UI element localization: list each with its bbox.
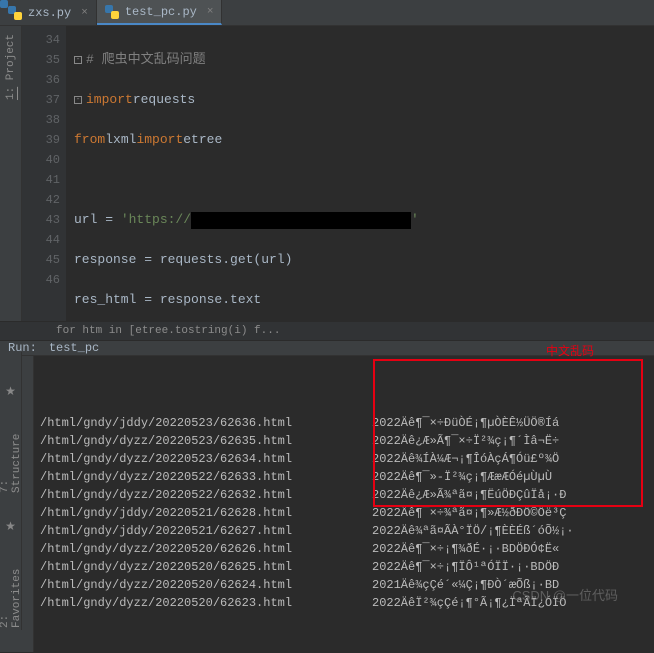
console-output[interactable]: /html/gndy/jddy/20220523/62636.html2022Ä… <box>34 356 654 652</box>
code-editor[interactable]: 34353637383940414243444546 -# 爬虫中文乱码问题 -… <box>22 26 654 321</box>
tab-zxs[interactable]: zxs.py × <box>0 0 97 25</box>
close-icon[interactable]: × <box>81 7 88 19</box>
code-area[interactable]: -# 爬虫中文乱码问题 -import requests from lxml i… <box>66 26 654 321</box>
run-config-name[interactable]: test_pc <box>49 341 99 355</box>
left-side-tools: ★ 7: Structure ★ 2: Favorites <box>0 352 22 630</box>
console-line: /html/gndy/dyzz/20220523/62634.html2022Ä… <box>40 450 648 468</box>
editor-tab-bar: zxs.py × test_pc.py × <box>0 0 654 26</box>
tab-test-pc[interactable]: test_pc.py × <box>97 0 223 25</box>
console-line: /html/gndy/dyzz/20220520/62625.html2022Ä… <box>40 558 648 576</box>
tab-label: zxs.py <box>28 6 71 20</box>
console-line: /html/gndy/jddy/20220521/62627.html2022Ä… <box>40 522 648 540</box>
line-gutter: 34353637383940414243444546 <box>22 26 66 321</box>
watermark: CSDN @一位代码 <box>512 585 618 604</box>
console-line: /html/gndy/jddy/20220521/62628.html2022Ä… <box>40 504 648 522</box>
console-line: /html/gndy/dyzz/20220523/62635.html2022Ä… <box>40 432 648 450</box>
tab-label: test_pc.py <box>125 5 197 19</box>
console-line: /html/gndy/dyzz/20220522/62632.html2022Ä… <box>40 486 648 504</box>
close-icon[interactable]: × <box>207 6 214 18</box>
console-line: /html/gndy/jddy/20220523/62636.html2022Ä… <box>40 414 648 432</box>
console-line: /html/gndy/dyzz/20220520/62626.html2022Ä… <box>40 540 648 558</box>
breadcrumb[interactable]: for htm in [etree.tostring(i) f... <box>0 321 654 341</box>
fold-icon[interactable]: - <box>74 96 82 104</box>
left-tool-strip: 1: Project <box>0 26 22 321</box>
star-icon: ★ <box>5 519 16 534</box>
favorites-toolwindow-button[interactable]: 2: Favorites <box>0 558 25 630</box>
console-line: /html/gndy/dyzz/20220522/62633.html2022Ä… <box>40 468 648 486</box>
python-icon <box>105 5 119 19</box>
star-icon: ★ <box>5 384 16 399</box>
fold-icon[interactable]: - <box>74 56 82 64</box>
project-toolwindow-button[interactable]: 1: Project <box>3 32 19 102</box>
annotation-label: 中文乱码 <box>546 342 594 359</box>
structure-toolwindow-button[interactable]: 7: Structure <box>0 423 25 495</box>
python-icon <box>8 6 22 20</box>
redacted-area <box>191 212 411 229</box>
